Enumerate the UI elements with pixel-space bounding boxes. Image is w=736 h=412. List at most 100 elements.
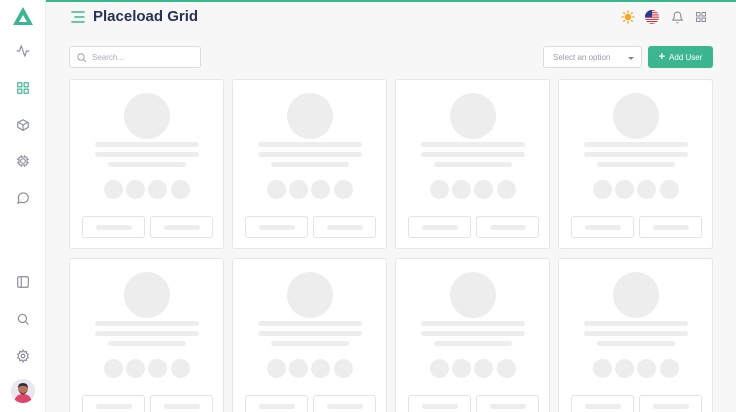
title-line-placeholder	[584, 152, 688, 157]
social-dot-placeholder	[474, 359, 493, 378]
button-text-placeholder	[327, 404, 363, 409]
action-button-placeholder	[82, 395, 145, 412]
sidebar-panel-icon[interactable]	[14, 273, 32, 291]
title-line-placeholder	[584, 331, 688, 336]
avatar-placeholder	[613, 272, 659, 318]
social-dot-placeholder	[593, 180, 612, 199]
social-dot-placeholder	[311, 359, 330, 378]
top-accent-line	[0, 0, 736, 2]
user-card-placeholder	[232, 258, 387, 412]
add-user-button[interactable]: + Add User	[648, 46, 713, 68]
button-text-placeholder	[96, 404, 132, 409]
filter-select[interactable]: Select an option	[543, 46, 642, 68]
us-flag-icon[interactable]	[645, 10, 659, 24]
social-dot-placeholder	[474, 180, 493, 199]
button-text-placeholder	[259, 225, 295, 230]
user-card-placeholder	[232, 79, 387, 249]
social-dot-placeholder	[104, 180, 123, 199]
search-input-icon	[77, 53, 87, 63]
social-dot-placeholder	[334, 180, 353, 199]
social-dot-placeholder	[126, 180, 145, 199]
name-line-placeholder	[584, 321, 688, 326]
search-icon[interactable]	[14, 310, 32, 328]
title-line-placeholder	[95, 331, 199, 336]
sun-icon[interactable]	[621, 10, 635, 24]
social-dot-placeholder	[615, 359, 634, 378]
title-line-placeholder	[258, 331, 362, 336]
name-line-placeholder	[95, 321, 199, 326]
action-button-placeholder	[476, 216, 539, 238]
activity-icon[interactable]	[14, 42, 32, 60]
grid-icon[interactable]	[14, 79, 32, 97]
action-button-placeholder	[408, 395, 471, 412]
user-card-placeholder	[395, 79, 550, 249]
box-icon[interactable]	[14, 116, 32, 134]
meta-line-placeholder	[434, 162, 512, 167]
button-text-placeholder	[653, 225, 689, 230]
action-button-placeholder	[150, 395, 213, 412]
search-input[interactable]	[92, 50, 196, 64]
name-line-placeholder	[95, 142, 199, 147]
button-text-placeholder	[490, 225, 526, 230]
button-text-placeholder	[164, 225, 200, 230]
settings-icon[interactable]	[14, 347, 32, 365]
social-dot-placeholder	[660, 359, 679, 378]
chat-icon[interactable]	[14, 189, 32, 207]
title-line-placeholder	[95, 152, 199, 157]
button-text-placeholder	[259, 404, 295, 409]
user-card-placeholder	[69, 258, 224, 412]
bell-icon[interactable]	[670, 10, 684, 24]
social-dot-placeholder	[334, 359, 353, 378]
social-dot-placeholder	[289, 180, 308, 199]
social-dot-placeholder	[593, 359, 612, 378]
button-text-placeholder	[327, 225, 363, 230]
sidebar	[0, 0, 46, 412]
action-button-placeholder	[571, 216, 634, 238]
meta-line-placeholder	[597, 341, 675, 346]
name-line-placeholder	[258, 321, 362, 326]
title-line-placeholder	[421, 152, 525, 157]
name-line-placeholder	[421, 142, 525, 147]
name-line-placeholder	[258, 142, 362, 147]
action-button-placeholder	[82, 216, 145, 238]
user-card-placeholder	[395, 258, 550, 412]
social-dot-placeholder	[104, 359, 123, 378]
social-dot-placeholder	[267, 180, 286, 199]
social-dot-placeholder	[637, 180, 656, 199]
name-line-placeholder	[421, 321, 525, 326]
apps-grid-icon[interactable]	[694, 10, 708, 24]
action-button-placeholder	[571, 395, 634, 412]
social-dot-placeholder	[497, 359, 516, 378]
meta-line-placeholder	[271, 162, 349, 167]
plus-icon: +	[658, 51, 666, 63]
avatar-placeholder	[613, 93, 659, 139]
social-dot-placeholder	[171, 359, 190, 378]
menu-toggle-icon[interactable]	[71, 10, 85, 24]
avatar-placeholder	[287, 93, 333, 139]
meta-line-placeholder	[108, 162, 186, 167]
avatar[interactable]	[11, 379, 35, 403]
avatar-placeholder	[450, 272, 496, 318]
action-button-placeholder	[313, 395, 376, 412]
action-button-placeholder	[639, 395, 702, 412]
chevron-down-icon	[628, 57, 634, 60]
add-user-label: Add User	[669, 52, 703, 62]
avatar-placeholder	[287, 272, 333, 318]
social-dot-placeholder	[430, 180, 449, 199]
action-button-placeholder	[639, 216, 702, 238]
user-card-placeholder	[69, 79, 224, 249]
social-dot-placeholder	[171, 180, 190, 199]
triangle-logo-icon[interactable]	[12, 6, 34, 26]
button-text-placeholder	[653, 404, 689, 409]
social-dot-placeholder	[126, 359, 145, 378]
social-dot-placeholder	[430, 359, 449, 378]
meta-line-placeholder	[434, 341, 512, 346]
avatar-placeholder	[450, 93, 496, 139]
name-line-placeholder	[584, 142, 688, 147]
action-button-placeholder	[476, 395, 539, 412]
button-text-placeholder	[422, 404, 458, 409]
cog-icon[interactable]	[14, 152, 32, 170]
social-dot-placeholder	[289, 359, 308, 378]
social-dot-placeholder	[267, 359, 286, 378]
user-card-placeholder	[558, 79, 713, 249]
